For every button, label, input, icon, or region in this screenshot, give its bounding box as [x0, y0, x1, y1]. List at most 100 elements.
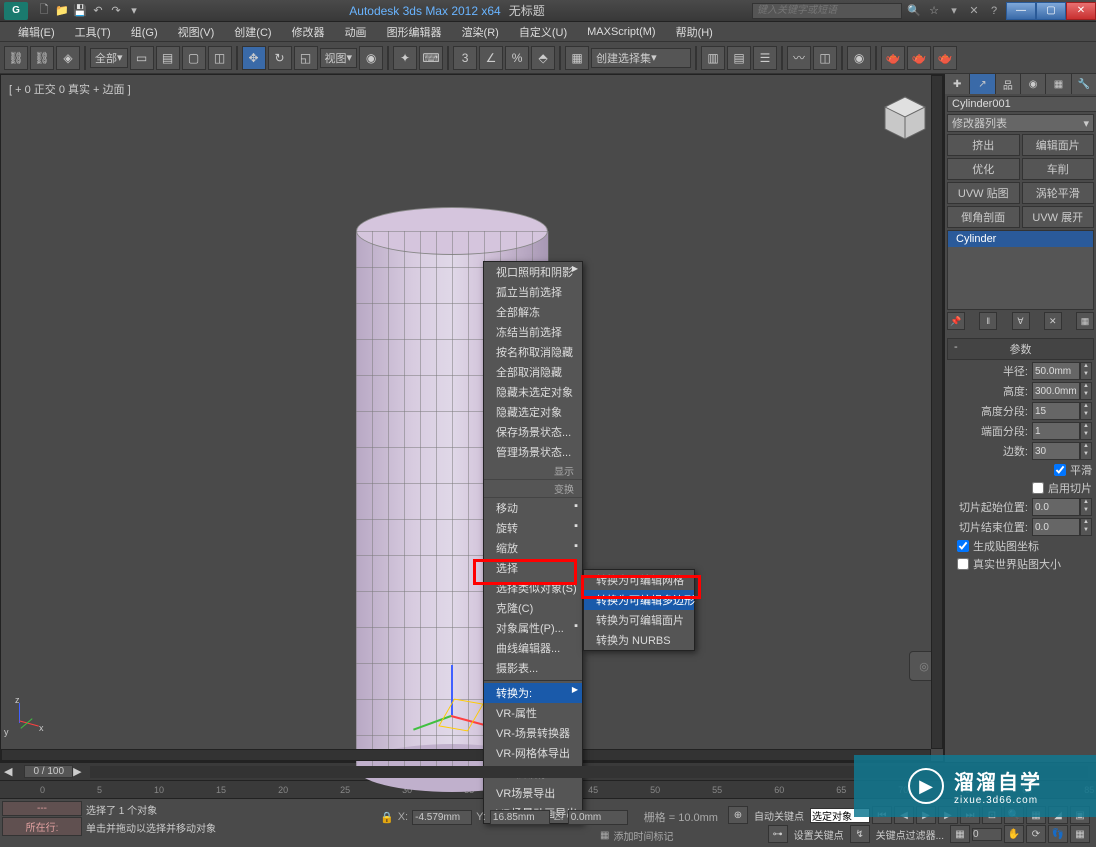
nav-walk-icon[interactable]: 👣	[1048, 825, 1068, 843]
slicefrom-spinner[interactable]: ▲▼	[1080, 498, 1092, 516]
viewport[interactable]: [ + 0 正交 0 真实 + 边面 ] zxy ◎ 视口照明和阴影 孤立当前选…	[0, 74, 944, 762]
tab-create-icon[interactable]: ✚	[945, 74, 969, 94]
tab-motion-icon[interactable]: ◉	[1021, 74, 1045, 94]
next-key-icon[interactable]: ▶	[73, 765, 81, 778]
ctx-vr-scene-conv[interactable]: VR-场景转换器	[484, 723, 582, 743]
sliceto-input[interactable]	[1032, 518, 1080, 536]
ctx-vr-mesh-export[interactable]: VR-网格体导出	[484, 743, 582, 763]
percent-snap-icon[interactable]: %	[505, 46, 529, 70]
comm-icon[interactable]: ☆	[926, 3, 942, 19]
search-icon[interactable]: 🔍	[906, 3, 922, 19]
menu-help[interactable]: 帮助(H)	[666, 24, 723, 40]
help-search-input[interactable]	[752, 3, 902, 19]
new-icon[interactable]: 🗋	[36, 3, 52, 19]
height-input[interactable]	[1032, 382, 1080, 400]
ctx-convert-to[interactable]: 转换为:	[484, 683, 582, 703]
ctx-hide-unsel[interactable]: 隐藏未选定对象	[484, 382, 582, 402]
menu-views[interactable]: 视图(V)	[168, 24, 225, 40]
material-icon[interactable]: ◉	[847, 46, 871, 70]
menu-modifiers[interactable]: 修改器	[282, 24, 335, 40]
ctx-conv-mesh[interactable]: 转换为可编辑网格	[584, 570, 694, 590]
key-tangent-icon[interactable]: ↯	[850, 825, 870, 843]
window-crossing-icon[interactable]: ◫	[208, 46, 232, 70]
manipulate-icon[interactable]: ✦	[393, 46, 417, 70]
menu-maxscript[interactable]: MAXScript(M)	[577, 26, 665, 38]
ctx-save-state[interactable]: 保存场景状态...	[484, 422, 582, 442]
ctx-hide-sel[interactable]: 隐藏选定对象	[484, 402, 582, 422]
sides-input[interactable]	[1032, 442, 1080, 460]
ctx-curve-editor[interactable]: 曲线编辑器...	[484, 638, 582, 658]
lock-icon[interactable]: 🔒	[380, 811, 394, 824]
configure-icon[interactable]: ▦	[1076, 312, 1094, 330]
signin-icon[interactable]: ▾	[946, 3, 962, 19]
tab-modify-icon[interactable]: ↗	[970, 74, 994, 94]
scale-icon[interactable]: ◱	[294, 46, 318, 70]
ctx-select-similar[interactable]: 选择类似对象(S)	[484, 578, 582, 598]
make-unique-icon[interactable]: ∀	[1012, 312, 1030, 330]
genmap-checkbox[interactable]	[957, 540, 969, 552]
align-icon[interactable]: ▤	[727, 46, 751, 70]
prev-key-icon[interactable]: ◀	[4, 765, 12, 778]
height-spinner[interactable]: ▲▼	[1080, 382, 1092, 400]
btn-turbosmooth[interactable]: 涡轮平滑	[1022, 182, 1095, 204]
key-mode-icon[interactable]: ⊶	[768, 825, 788, 843]
ctx-dope-sheet[interactable]: 摄影表...	[484, 658, 582, 678]
layers-icon[interactable]: ☰	[753, 46, 777, 70]
hseg-spinner[interactable]: ▲▼	[1080, 402, 1092, 420]
link-icon[interactable]: ⛓	[4, 46, 28, 70]
btn-uvwmap[interactable]: UVW 贴图	[947, 182, 1020, 204]
menu-render[interactable]: 渲染(R)	[452, 24, 509, 40]
setkey-button[interactable]: 设置关键点	[790, 827, 848, 842]
key-filter-icon[interactable]: ▦	[950, 825, 970, 843]
modifier-list-dropdown[interactable]: 修改器列表▾	[947, 114, 1094, 132]
viewcube[interactable]	[875, 89, 935, 149]
ctx-isolate[interactable]: 孤立当前选择	[484, 282, 582, 302]
select-name-icon[interactable]: ▤	[156, 46, 180, 70]
ctx-select[interactable]: 选择	[484, 558, 582, 578]
btn-optimize[interactable]: 优化	[947, 158, 1020, 180]
ctx-move[interactable]: 移动	[484, 498, 582, 518]
nav-orbit-icon[interactable]: ⟳	[1026, 825, 1046, 843]
set-key-icon[interactable]: ⊕	[728, 806, 748, 824]
save-icon[interactable]: 💾	[72, 3, 88, 19]
ctx-clone[interactable]: 克隆(C)	[484, 598, 582, 618]
ctx-rotate[interactable]: 旋转	[484, 518, 582, 538]
keyboard-icon[interactable]: ⌨	[419, 46, 443, 70]
cseg-spinner[interactable]: ▲▼	[1080, 422, 1092, 440]
open-icon[interactable]: 📁	[54, 3, 70, 19]
btn-extrude[interactable]: 挤出	[947, 134, 1020, 156]
ctx-scale[interactable]: 缩放	[484, 538, 582, 558]
radius-input[interactable]	[1032, 362, 1080, 380]
angle-snap-icon[interactable]: ∠	[479, 46, 503, 70]
add-time-tag[interactable]: 添加时间标记	[613, 828, 673, 843]
menu-create[interactable]: 创建(C)	[224, 24, 281, 40]
close-button[interactable]: ✕	[1066, 2, 1096, 20]
viewport-label[interactable]: [ + 0 正交 0 真实 + 边面 ]	[9, 81, 131, 97]
sliceto-spinner[interactable]: ▲▼	[1080, 518, 1092, 536]
qat-dropdown-icon[interactable]: ▾	[126, 3, 142, 19]
pin-stack-icon[interactable]: 📌	[947, 312, 965, 330]
stack-cylinder[interactable]: Cylinder	[948, 231, 1093, 247]
tab-hierarchy-icon[interactable]: 品	[996, 74, 1020, 94]
undo-icon[interactable]: ↶	[90, 3, 106, 19]
tab-display-icon[interactable]: ▦	[1046, 74, 1070, 94]
edit-sel-icon[interactable]: ▦	[565, 46, 589, 70]
radius-spinner[interactable]: ▲▼	[1080, 362, 1092, 380]
redo-icon[interactable]: ↷	[108, 3, 124, 19]
menu-customize[interactable]: 自定义(U)	[509, 24, 577, 40]
menu-group[interactable]: 组(G)	[121, 24, 168, 40]
menu-graph[interactable]: 图形编辑器	[377, 24, 452, 40]
nav-maximize-icon[interactable]: ▦	[1070, 825, 1090, 843]
render-icon[interactable]: 🫖	[933, 46, 957, 70]
ctx-conv-patch[interactable]: 转换为可编辑面片	[584, 610, 694, 630]
autokey-button[interactable]: 自动关键点	[750, 808, 808, 823]
ctx-obj-props[interactable]: 对象属性(P)...	[484, 618, 582, 638]
help-icon[interactable]: ?	[986, 3, 1002, 19]
exchange-icon[interactable]: ✕	[966, 3, 982, 19]
sides-spinner[interactable]: ▲▼	[1080, 442, 1092, 460]
ctx-manage-state[interactable]: 管理场景状态...	[484, 442, 582, 462]
show-result-icon[interactable]: ‖	[979, 312, 997, 330]
frame-input[interactable]	[972, 828, 1002, 841]
viewport-scrollbar-v[interactable]	[931, 75, 943, 749]
btn-bevel[interactable]: 倒角剖面	[947, 206, 1020, 228]
